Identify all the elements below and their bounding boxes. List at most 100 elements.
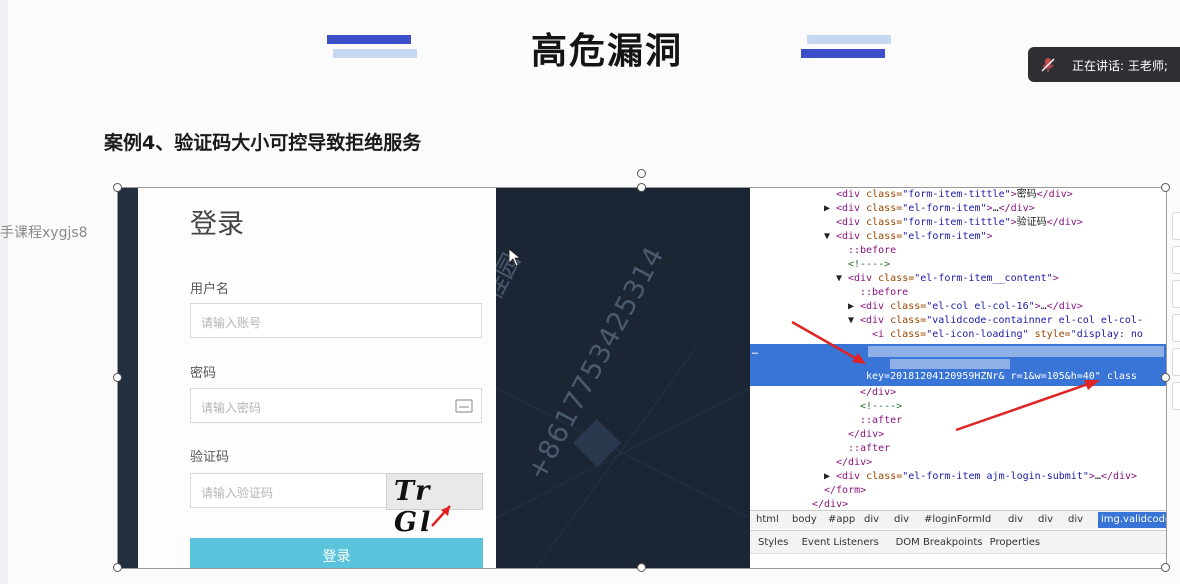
breadcrumb-item[interactable]: div xyxy=(864,514,879,525)
dom-token: "form-item-tittle" xyxy=(902,217,1011,228)
breadcrumb-item[interactable]: div xyxy=(1068,514,1083,525)
dom-token: <div xyxy=(848,273,879,284)
username-placeholder: 请输入账号 xyxy=(201,316,262,330)
dom-line[interactable]: ::after xyxy=(836,442,890,456)
dom-token: ::before xyxy=(860,287,909,298)
dom-token: </div> xyxy=(812,499,849,510)
rotate-handle[interactable] xyxy=(637,169,646,178)
speaking-indicator: 正在讲话: 王老师; xyxy=(1028,47,1180,82)
username-input[interactable]: 请输入账号 xyxy=(190,303,482,338)
dom-line[interactable]: <!----> xyxy=(836,258,890,272)
dom-token: </form> xyxy=(824,485,867,496)
breadcrumb-item[interactable]: div xyxy=(1008,514,1023,525)
background-image: +8617753425314 桂园 xyxy=(496,188,750,568)
panel-tab[interactable]: DOM Breakpoints xyxy=(896,537,983,548)
dom-line[interactable]: <div class="form-item-tittle">验证码</div> xyxy=(824,216,1083,230)
dom-token: "el-col el-col-16" xyxy=(926,301,1035,312)
dom-token: </div> xyxy=(1100,471,1138,482)
resize-handle[interactable] xyxy=(637,563,646,572)
expand-arrow-icon[interactable]: ▼ xyxy=(824,230,836,244)
side-tool-button[interactable] xyxy=(1172,280,1180,308)
captcha-input[interactable]: 请输入验证码 xyxy=(190,473,390,508)
background-grid xyxy=(496,347,750,568)
resize-handle[interactable] xyxy=(1161,183,1170,192)
dom-token: <div xyxy=(836,217,867,228)
username-label: 用户名 xyxy=(190,282,230,297)
dom-line[interactable]: </form> xyxy=(812,484,866,498)
expand-arrow-icon[interactable]: ▶ xyxy=(824,470,836,484)
breadcrumb-item[interactable]: img.validcode xyxy=(1098,512,1166,528)
dom-token: "el-form-item" xyxy=(902,231,987,242)
speaking-label: 正在讲话: 王老师; xyxy=(1072,59,1168,73)
dom-token: </div> xyxy=(1046,301,1083,312)
breadcrumb-item[interactable]: #app xyxy=(828,514,855,525)
dom-token: </div> xyxy=(836,457,873,468)
breadcrumb-item[interactable]: div xyxy=(894,514,909,525)
cursor-icon xyxy=(508,248,522,267)
left-margin xyxy=(0,0,8,584)
dom-line[interactable]: ▼ <div class="el-form-item__content"> xyxy=(836,272,1059,286)
password-input[interactable]: 请输入密码 xyxy=(190,388,482,423)
resize-handle[interactable] xyxy=(113,183,122,192)
breadcrumb-item[interactable]: div xyxy=(1038,514,1053,525)
dom-token: class= xyxy=(866,203,903,214)
dom-line[interactable]: ::before xyxy=(848,286,908,300)
resize-handle[interactable] xyxy=(1161,563,1170,572)
dom-token: ::before xyxy=(848,245,897,256)
selected-node-ellipsis: … xyxy=(752,346,759,357)
panel-tab[interactable]: Properties xyxy=(990,537,1041,548)
side-tool-button[interactable] xyxy=(1172,212,1180,240)
side-tool-button[interactable] xyxy=(1172,382,1180,410)
expand-arrow-icon[interactable]: ▼ xyxy=(836,272,848,286)
slide-title: 高危漏洞 xyxy=(530,31,683,72)
side-tool-button[interactable] xyxy=(1172,314,1180,342)
sidebar-tabs: Styles Event Listeners DOM Breakpoints Prop… xyxy=(750,530,1166,553)
resize-handle[interactable] xyxy=(113,373,122,382)
muted-mic-icon xyxy=(1041,58,1055,72)
dom-line[interactable]: ▶ <div class="el-form-item">…</div> xyxy=(824,202,1035,216)
dom-token: class= xyxy=(866,231,903,242)
keyboard-icon[interactable] xyxy=(455,398,473,414)
breadcrumb-item[interactable]: html xyxy=(756,514,779,525)
dom-token: 验证码 xyxy=(1016,217,1047,228)
dom-token: "el-form-item" xyxy=(902,203,987,214)
breadcrumb-item[interactable]: body xyxy=(792,514,817,525)
dom-token: "el-form-item__content" xyxy=(914,273,1053,284)
styles-filter[interactable] xyxy=(750,553,1166,568)
login-button[interactable]: 登录 xyxy=(190,538,483,568)
dom-token: 密码 xyxy=(1016,189,1037,200)
side-tool-button[interactable] xyxy=(1172,246,1180,274)
dom-token: </div> xyxy=(998,203,1035,214)
resize-handle[interactable] xyxy=(1161,373,1170,382)
side-tool-button[interactable] xyxy=(1172,348,1180,376)
dom-line[interactable]: ::before xyxy=(836,244,896,258)
dom-token: <div xyxy=(836,471,867,482)
password-placeholder: 请输入密码 xyxy=(201,401,262,415)
dom-line[interactable]: ▼ <div class="el-form-item"> xyxy=(824,230,993,244)
panel-tab[interactable]: Event Listeners xyxy=(802,537,879,548)
dom-token: "form-item-tittle" xyxy=(902,189,1011,200)
dom-token: class= xyxy=(878,273,915,284)
dom-token: class= xyxy=(866,217,903,228)
dom-token: class= xyxy=(866,471,903,482)
dom-token: class= xyxy=(866,189,903,200)
login-title: 登录 xyxy=(190,209,244,240)
dom-line[interactable]: <div class="form-item-tittle">密码</div> xyxy=(824,188,1073,202)
dom-token: </div> xyxy=(1036,189,1073,200)
red-arrow-annotation xyxy=(431,505,451,527)
expand-arrow-icon[interactable]: ▶ xyxy=(824,202,836,216)
embedded-screenshot[interactable]: 登录 用户名 请输入账号 密码 请输入密码 验证码 请输入验证码 Tr Gl 登… xyxy=(117,187,1167,569)
dom-token: <div xyxy=(836,189,867,200)
breadcrumb-item[interactable]: #loginFormId xyxy=(924,514,991,525)
dom-token: > xyxy=(986,231,993,242)
resize-handle[interactable] xyxy=(113,563,122,572)
slide-subtitle: 案例4、验证码大小可控导致拒绝服务 xyxy=(104,132,422,154)
dom-token: <!----> xyxy=(848,259,891,270)
resize-handle[interactable] xyxy=(637,183,646,192)
dom-token: "el-form-item ajm-login-submit" xyxy=(902,471,1089,482)
dom-line[interactable]: ▶ <div class="el-col el-col-16">…</div> xyxy=(848,300,1083,314)
expand-arrow-icon[interactable]: ▶ xyxy=(848,300,860,314)
panel-tab[interactable]: Styles xyxy=(758,537,788,548)
dom-line[interactable]: ▶ <div class="el-form-item ajm-login-subm… xyxy=(824,470,1137,484)
dom-line[interactable]: </div> xyxy=(824,456,872,470)
